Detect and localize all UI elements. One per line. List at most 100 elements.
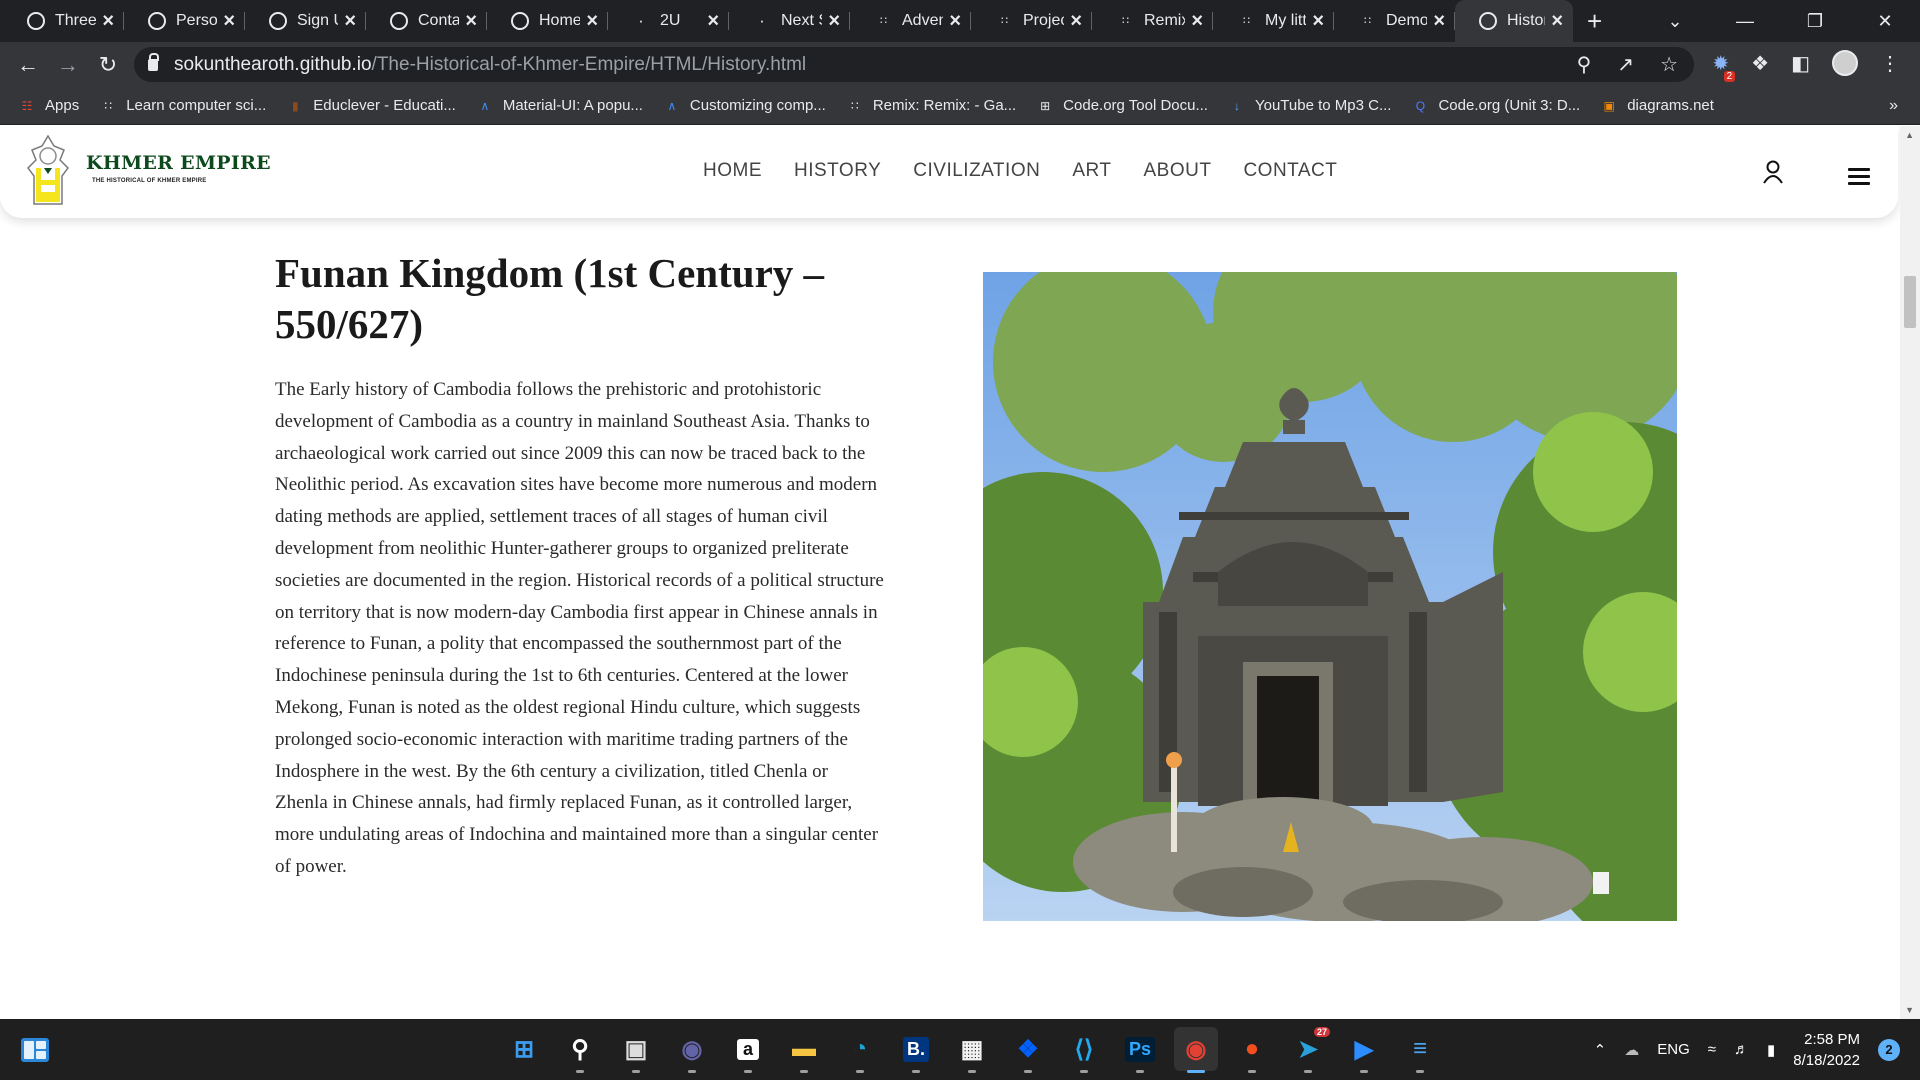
photoshop-taskbar-icon[interactable]: Ps	[1118, 1027, 1162, 1073]
codeorg-icon: ∷	[1001, 15, 1008, 27]
extensions-puzzle-icon[interactable]: ❖	[1751, 51, 1769, 76]
nav-art[interactable]: ART	[1072, 160, 1111, 182]
file-explorer-taskbar-icon[interactable]: ▬	[782, 1027, 826, 1073]
lock-icon[interactable]	[148, 52, 159, 71]
tab-close-icon[interactable]: ×	[1070, 10, 1082, 33]
nav-civilization[interactable]: CIVILIZATION	[913, 160, 1040, 182]
browser-tab-12[interactable]: ∷ Demo ×	[1334, 0, 1455, 42]
nav-history[interactable]: HISTORY	[794, 160, 881, 182]
tab-close-icon[interactable]: ×	[1312, 10, 1324, 33]
forward-button[interactable]: →	[48, 52, 88, 78]
language-indicator[interactable]: ENG	[1657, 1041, 1690, 1058]
start-taskbar-icon[interactable]: ⊞	[502, 1027, 546, 1071]
tray-overflow-icon[interactable]: ⌃	[1594, 1041, 1607, 1059]
bookmarks-overflow-icon[interactable]: »	[1889, 97, 1898, 115]
browser-tab-4[interactable]: Conta ×	[366, 0, 487, 42]
bookmark-star-icon[interactable]: ☆	[1660, 52, 1678, 77]
nav-home[interactable]: HOME	[703, 160, 762, 182]
tab-close-icon[interactable]: ×	[344, 10, 356, 33]
scrollbar-thumb[interactable]	[1904, 276, 1916, 328]
khmer-empire-logo-icon[interactable]	[24, 134, 72, 208]
bookmark-item[interactable]: ∷ Learn computer sci...	[99, 97, 266, 115]
scroll-down-arrow-icon[interactable]: ▼	[1905, 1005, 1914, 1015]
tab-close-icon[interactable]: ×	[1433, 10, 1445, 33]
bookmark-item[interactable]: ▮ Educlever - Educati...	[286, 97, 456, 115]
extension-gear-icon[interactable]: ✹ 2	[1712, 51, 1736, 82]
store-taskbar-icon[interactable]: ▦	[950, 1027, 994, 1073]
share-icon[interactable]: ↗	[1617, 52, 1634, 77]
browser-tab-10[interactable]: ∷ Remix ×	[1092, 0, 1213, 42]
bookmark-item[interactable]: ↓ YouTube to Mp3 C...	[1228, 97, 1391, 115]
notification-badge[interactable]: 2	[1878, 1038, 1900, 1061]
tab-close-icon[interactable]: ×	[102, 10, 114, 33]
bookmark-item[interactable]: ⊞ Code.org Tool Docu...	[1036, 97, 1208, 115]
profile-avatar[interactable]	[1832, 50, 1858, 76]
tab-close-icon[interactable]: ×	[1191, 10, 1203, 33]
temple-photo	[983, 272, 1677, 921]
bookmark-item[interactable]: ▣ diagrams.net	[1600, 97, 1714, 115]
restore-button[interactable]: ❐	[1780, 11, 1850, 32]
bookmark-item[interactable]: ∧ Material-UI: A popu...	[476, 97, 642, 115]
browser-tab-6[interactable]: · 2U ×	[608, 0, 729, 42]
nav-contact[interactable]: CONTACT	[1243, 160, 1337, 182]
minimize-button[interactable]: —	[1710, 11, 1780, 32]
diagrams-icon: ▣	[1603, 98, 1615, 113]
back-button[interactable]: ←	[8, 52, 48, 78]
amazon-taskbar-icon[interactable]: a	[726, 1027, 770, 1073]
edge-taskbar-icon[interactable]: ◔	[838, 1027, 882, 1073]
notepad-taskbar-icon[interactable]: ≡	[1398, 1027, 1442, 1073]
browser-tab-3[interactable]: Sign U ×	[245, 0, 366, 42]
close-window-button[interactable]: ✕	[1850, 11, 1920, 32]
bookmark-item[interactable]: ∷ Remix: Remix: - Ga...	[846, 97, 1016, 115]
browser-tab-7[interactable]: · Next S ×	[729, 0, 850, 42]
browser-tab-9[interactable]: ∷ Projec ×	[971, 0, 1092, 42]
side-panel-icon[interactable]: ◧	[1791, 51, 1810, 76]
address-bar[interactable]: sokunthearoth.github.io/The-Historical-o…	[134, 47, 1694, 82]
bookmark-item[interactable]: Q Code.org (Unit 3: D...	[1411, 97, 1580, 115]
wifi-icon[interactable]: ≈	[1708, 1041, 1716, 1058]
telegram-taskbar-icon[interactable]: ➤ 27	[1286, 1027, 1330, 1073]
zoom-taskbar-icon[interactable]: ▶	[1342, 1027, 1386, 1073]
volume-muted-icon[interactable]: ♬	[1734, 1041, 1749, 1058]
bookmark-item[interactable]: ☷ Apps	[18, 97, 80, 115]
browser-tab-8[interactable]: ∷ Adven ×	[850, 0, 971, 42]
tab-close-icon[interactable]: ×	[828, 10, 840, 33]
figma-taskbar-icon[interactable]: ●	[1230, 1027, 1274, 1073]
widgets-icon[interactable]	[20, 1037, 50, 1063]
mui-icon: ∧	[480, 98, 490, 113]
vscode-taskbar-icon[interactable]: ⟨⟩	[1062, 1027, 1106, 1073]
battery-icon[interactable]: ▮	[1767, 1041, 1775, 1059]
site-logo-title[interactable]: KHMER EMPIRE	[86, 152, 271, 174]
dropbox-taskbar-icon[interactable]: ❖	[1006, 1027, 1050, 1073]
chrome-taskbar-icon[interactable]: ◉	[1174, 1027, 1218, 1073]
clock[interactable]: 2:58 PM 8/18/2022	[1793, 1029, 1860, 1071]
bookmark-item[interactable]: ∧ Customizing comp...	[663, 97, 826, 115]
user-account-icon[interactable]	[1762, 160, 1784, 184]
browser-tab-1[interactable]: Three ×	[3, 0, 124, 42]
browser-tab-5[interactable]: Home ×	[487, 0, 608, 42]
nav-about[interactable]: ABOUT	[1144, 160, 1212, 182]
tab-close-icon[interactable]: ×	[223, 10, 235, 33]
browser-tab-11[interactable]: ∷ My litt ×	[1213, 0, 1334, 42]
tab-close-icon[interactable]: ×	[586, 10, 598, 33]
hamburger-menu-icon[interactable]	[1848, 168, 1870, 189]
tab-close-icon[interactable]: ×	[707, 10, 719, 33]
browser-tab-2[interactable]: Persor ×	[124, 0, 245, 42]
booking-taskbar-icon[interactable]: B.	[894, 1027, 938, 1073]
chrome-menu-icon[interactable]: ⋮	[1880, 51, 1900, 76]
scroll-up-arrow-icon[interactable]: ▲	[1905, 130, 1914, 140]
tab-close-icon[interactable]: ×	[949, 10, 961, 33]
search-taskbar-icon[interactable]: ⚲	[558, 1027, 602, 1073]
teams-taskbar-icon[interactable]: ◉	[670, 1027, 714, 1073]
new-tab-button[interactable]: +	[1587, 6, 1602, 37]
task-view-taskbar-icon[interactable]: ▣	[614, 1027, 658, 1073]
tab-close-icon[interactable]: ×	[1551, 10, 1563, 33]
tab-search-icon[interactable]: ⌄	[1640, 11, 1710, 32]
onedrive-icon[interactable]: ☁	[1624, 1041, 1639, 1059]
browser-tab-13[interactable]: Histor ×	[1455, 0, 1573, 42]
tab-close-icon[interactable]: ×	[465, 10, 477, 33]
page-viewport: Funan Kingdom (1st Century – 550/627) Th…	[0, 126, 1920, 1019]
zoom-icon[interactable]: ⚲	[1577, 52, 1592, 77]
reload-button[interactable]: ↻	[88, 52, 128, 78]
page-scrollbar[interactable]: ▲ ▼	[1900, 126, 1920, 1019]
